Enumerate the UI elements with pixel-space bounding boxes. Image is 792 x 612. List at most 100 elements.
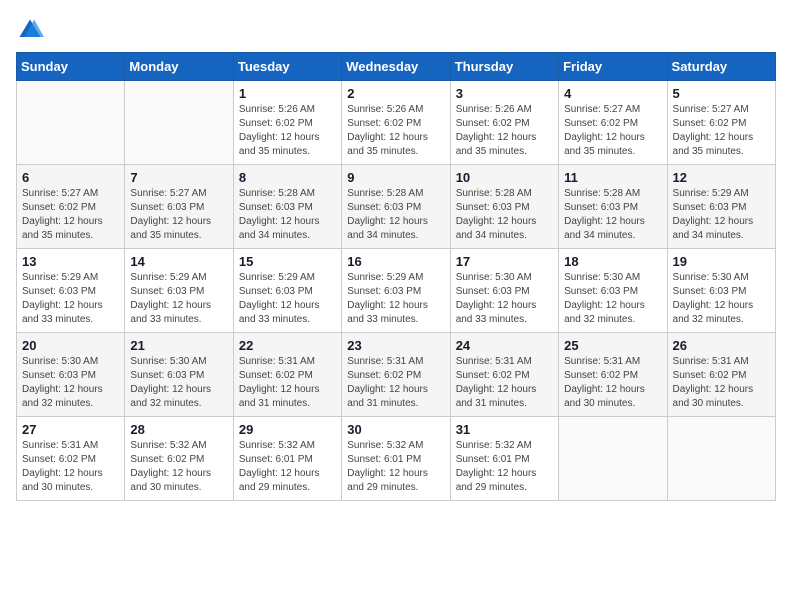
weekday-header-row: SundayMondayTuesdayWednesdayThursdayFrid… bbox=[17, 53, 776, 81]
day-info: Sunrise: 5:28 AM Sunset: 6:03 PM Dayligh… bbox=[239, 187, 336, 243]
day-number: 2 bbox=[347, 86, 444, 101]
weekday-header: Friday bbox=[559, 53, 667, 81]
day-info: Sunrise: 5:31 AM Sunset: 6:02 PM Dayligh… bbox=[22, 439, 119, 495]
day-number: 27 bbox=[22, 422, 119, 437]
calendar-cell: 4 Sunrise: 5:27 AM Sunset: 6:02 PM Daylig… bbox=[559, 81, 667, 165]
day-info: Sunrise: 5:26 AM Sunset: 6:02 PM Dayligh… bbox=[239, 103, 336, 159]
day-number: 10 bbox=[456, 170, 553, 185]
day-info: Sunrise: 5:27 AM Sunset: 6:02 PM Dayligh… bbox=[564, 103, 661, 159]
calendar-cell: 18Sunrise: 5:30 AM Sunset: 6:03 PM Dayli… bbox=[559, 249, 667, 333]
day-info: Sunrise: 5:31 AM Sunset: 6:02 PM Dayligh… bbox=[456, 355, 553, 411]
day-info: Sunrise: 5:30 AM Sunset: 6:03 PM Dayligh… bbox=[456, 271, 553, 327]
day-info: Sunrise: 5:29 AM Sunset: 6:03 PM Dayligh… bbox=[673, 187, 770, 243]
day-info: Sunrise: 5:29 AM Sunset: 6:03 PM Dayligh… bbox=[22, 271, 119, 327]
day-info: Sunrise: 5:28 AM Sunset: 6:03 PM Dayligh… bbox=[456, 187, 553, 243]
day-info: Sunrise: 5:31 AM Sunset: 6:02 PM Dayligh… bbox=[564, 355, 661, 411]
day-number: 23 bbox=[347, 338, 444, 353]
calendar-cell bbox=[667, 417, 775, 501]
day-info: Sunrise: 5:31 AM Sunset: 6:02 PM Dayligh… bbox=[673, 355, 770, 411]
weekday-header: Wednesday bbox=[342, 53, 450, 81]
calendar-cell: 24 Sunrise: 5:31 AM Sunset: 6:02 PM Dayli… bbox=[450, 333, 558, 417]
calendar-cell: 23 Sunrise: 5:31 AM Sunset: 6:02 PM Dayli… bbox=[342, 333, 450, 417]
calendar-cell: 25Sunrise: 5:31 AM Sunset: 6:02 PM Dayli… bbox=[559, 333, 667, 417]
day-info: Sunrise: 5:29 AM Sunset: 6:03 PM Dayligh… bbox=[239, 271, 336, 327]
day-info: Sunrise: 5:32 AM Sunset: 6:01 PM Dayligh… bbox=[347, 439, 444, 495]
day-number: 12 bbox=[673, 170, 770, 185]
day-info: Sunrise: 5:29 AM Sunset: 6:03 PM Dayligh… bbox=[130, 271, 227, 327]
day-number: 7 bbox=[130, 170, 227, 185]
weekday-header: Saturday bbox=[667, 53, 775, 81]
weekday-header: Sunday bbox=[17, 53, 125, 81]
day-number: 24 bbox=[456, 338, 553, 353]
weekday-header: Thursday bbox=[450, 53, 558, 81]
day-number: 31 bbox=[456, 422, 553, 437]
calendar-cell: 7 Sunrise: 5:27 AM Sunset: 6:03 PM Daylig… bbox=[125, 165, 233, 249]
day-info: Sunrise: 5:27 AM Sunset: 6:02 PM Dayligh… bbox=[22, 187, 119, 243]
calendar-cell: 20Sunrise: 5:30 AM Sunset: 6:03 PM Dayli… bbox=[17, 333, 125, 417]
day-info: Sunrise: 5:31 AM Sunset: 6:02 PM Dayligh… bbox=[347, 355, 444, 411]
calendar-cell: 29 Sunrise: 5:32 AM Sunset: 6:01 PM Dayli… bbox=[233, 417, 341, 501]
calendar-cell: 3 Sunrise: 5:26 AM Sunset: 6:02 PM Daylig… bbox=[450, 81, 558, 165]
calendar-cell bbox=[559, 417, 667, 501]
day-number: 22 bbox=[239, 338, 336, 353]
calendar-cell bbox=[125, 81, 233, 165]
calendar-cell: 14 Sunrise: 5:29 AM Sunset: 6:03 PM Dayli… bbox=[125, 249, 233, 333]
calendar-week-row: 20Sunrise: 5:30 AM Sunset: 6:03 PM Dayli… bbox=[17, 333, 776, 417]
day-info: Sunrise: 5:30 AM Sunset: 6:03 PM Dayligh… bbox=[22, 355, 119, 411]
calendar-cell: 1 Sunrise: 5:26 AM Sunset: 6:02 PM Daylig… bbox=[233, 81, 341, 165]
page-header bbox=[16, 16, 776, 44]
calendar-cell: 2 Sunrise: 5:26 AM Sunset: 6:02 PM Daylig… bbox=[342, 81, 450, 165]
calendar-cell: 6Sunrise: 5:27 AM Sunset: 6:02 PM Daylig… bbox=[17, 165, 125, 249]
day-number: 30 bbox=[347, 422, 444, 437]
day-number: 28 bbox=[130, 422, 227, 437]
calendar-cell: 31 Sunrise: 5:32 AM Sunset: 6:01 PM Dayli… bbox=[450, 417, 558, 501]
calendar-cell: 28 Sunrise: 5:32 AM Sunset: 6:02 PM Dayli… bbox=[125, 417, 233, 501]
calendar-week-row: 1 Sunrise: 5:26 AM Sunset: 6:02 PM Daylig… bbox=[17, 81, 776, 165]
day-info: Sunrise: 5:29 AM Sunset: 6:03 PM Dayligh… bbox=[347, 271, 444, 327]
calendar-cell: 5Sunrise: 5:27 AM Sunset: 6:02 PM Daylig… bbox=[667, 81, 775, 165]
day-number: 18 bbox=[564, 254, 661, 269]
day-info: Sunrise: 5:26 AM Sunset: 6:02 PM Dayligh… bbox=[347, 103, 444, 159]
calendar-week-row: 27 Sunrise: 5:31 AM Sunset: 6:02 PM Dayli… bbox=[17, 417, 776, 501]
calendar-table: SundayMondayTuesdayWednesdayThursdayFrid… bbox=[16, 52, 776, 501]
calendar-cell: 30 Sunrise: 5:32 AM Sunset: 6:01 PM Dayli… bbox=[342, 417, 450, 501]
day-info: Sunrise: 5:32 AM Sunset: 6:01 PM Dayligh… bbox=[239, 439, 336, 495]
day-info: Sunrise: 5:28 AM Sunset: 6:03 PM Dayligh… bbox=[564, 187, 661, 243]
calendar-cell: 22 Sunrise: 5:31 AM Sunset: 6:02 PM Dayli… bbox=[233, 333, 341, 417]
day-number: 21 bbox=[130, 338, 227, 353]
calendar-cell: 26Sunrise: 5:31 AM Sunset: 6:02 PM Dayli… bbox=[667, 333, 775, 417]
day-info: Sunrise: 5:30 AM Sunset: 6:03 PM Dayligh… bbox=[130, 355, 227, 411]
day-number: 4 bbox=[564, 86, 661, 101]
calendar-week-row: 6Sunrise: 5:27 AM Sunset: 6:02 PM Daylig… bbox=[17, 165, 776, 249]
day-number: 16 bbox=[347, 254, 444, 269]
day-number: 8 bbox=[239, 170, 336, 185]
day-number: 9 bbox=[347, 170, 444, 185]
day-info: Sunrise: 5:30 AM Sunset: 6:03 PM Dayligh… bbox=[673, 271, 770, 327]
day-number: 15 bbox=[239, 254, 336, 269]
calendar-cell: 10 Sunrise: 5:28 AM Sunset: 6:03 PM Dayli… bbox=[450, 165, 558, 249]
calendar-cell: 9 Sunrise: 5:28 AM Sunset: 6:03 PM Daylig… bbox=[342, 165, 450, 249]
day-info: Sunrise: 5:27 AM Sunset: 6:03 PM Dayligh… bbox=[130, 187, 227, 243]
calendar-cell: 15 Sunrise: 5:29 AM Sunset: 6:03 PM Dayli… bbox=[233, 249, 341, 333]
calendar-cell bbox=[17, 81, 125, 165]
calendar-cell: 21 Sunrise: 5:30 AM Sunset: 6:03 PM Dayli… bbox=[125, 333, 233, 417]
calendar-cell: 13Sunrise: 5:29 AM Sunset: 6:03 PM Dayli… bbox=[17, 249, 125, 333]
day-number: 14 bbox=[130, 254, 227, 269]
day-info: Sunrise: 5:31 AM Sunset: 6:02 PM Dayligh… bbox=[239, 355, 336, 411]
day-number: 3 bbox=[456, 86, 553, 101]
weekday-header: Monday bbox=[125, 53, 233, 81]
logo bbox=[16, 16, 48, 44]
day-number: 19 bbox=[673, 254, 770, 269]
day-number: 29 bbox=[239, 422, 336, 437]
day-info: Sunrise: 5:28 AM Sunset: 6:03 PM Dayligh… bbox=[347, 187, 444, 243]
day-info: Sunrise: 5:26 AM Sunset: 6:02 PM Dayligh… bbox=[456, 103, 553, 159]
day-info: Sunrise: 5:32 AM Sunset: 6:01 PM Dayligh… bbox=[456, 439, 553, 495]
weekday-header: Tuesday bbox=[233, 53, 341, 81]
day-number: 17 bbox=[456, 254, 553, 269]
calendar-cell: 27 Sunrise: 5:31 AM Sunset: 6:02 PM Dayli… bbox=[17, 417, 125, 501]
calendar-cell: 17 Sunrise: 5:30 AM Sunset: 6:03 PM Dayli… bbox=[450, 249, 558, 333]
day-number: 1 bbox=[239, 86, 336, 101]
calendar-cell: 8 Sunrise: 5:28 AM Sunset: 6:03 PM Daylig… bbox=[233, 165, 341, 249]
day-info: Sunrise: 5:32 AM Sunset: 6:02 PM Dayligh… bbox=[130, 439, 227, 495]
day-number: 5 bbox=[673, 86, 770, 101]
